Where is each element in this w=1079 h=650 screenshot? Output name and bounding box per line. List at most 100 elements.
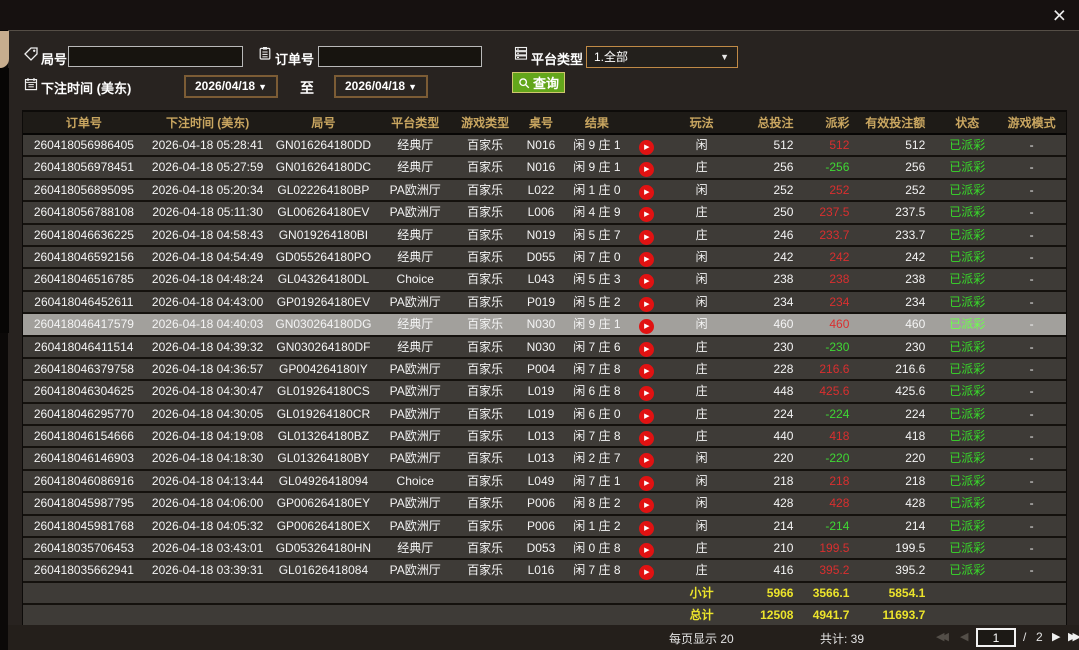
round-no-cell: GL01626418084: [271, 560, 377, 580]
status-badge: 已派彩: [937, 337, 997, 357]
replay-play-icon[interactable]: ▶: [639, 342, 654, 357]
order-no-label: 订单号: [275, 49, 314, 68]
game-type-cell: 百家乐: [454, 560, 516, 580]
replay-cell: ▶: [628, 292, 666, 312]
replay-play-icon[interactable]: ▶: [639, 319, 654, 334]
next-page-button[interactable]: ▶: [1052, 630, 1060, 643]
valid-bet-cell: 460: [861, 314, 937, 334]
replay-play-icon[interactable]: ▶: [639, 521, 654, 536]
replay-play-icon[interactable]: ▶: [639, 453, 654, 468]
first-page-button[interactable]: ◀◀: [936, 630, 945, 643]
result-cell: 闲 5 庄 2: [566, 292, 628, 312]
status-badge: 已派彩: [937, 269, 997, 289]
table-row[interactable]: 260418046636225 2026-04-18 04:58:43 GN01…: [23, 225, 1066, 247]
status-badge: 已派彩: [937, 359, 997, 379]
game-mode-cell: -: [997, 471, 1066, 491]
game-type-cell: 百家乐: [454, 269, 516, 289]
platform-cell: PA欧洲厅: [376, 381, 454, 401]
table-row[interactable]: 260418046452611 2026-04-18 04:43:00 GP01…: [23, 292, 1066, 314]
replay-play-icon[interactable]: ▶: [639, 207, 654, 222]
valid-bet-cell: 418: [861, 426, 937, 446]
replay-play-icon[interactable]: ▶: [639, 498, 654, 513]
order-no-cell: 260418056788108: [23, 202, 145, 222]
replay-play-icon[interactable]: ▶: [639, 364, 654, 379]
table-row[interactable]: 260418046379758 2026-04-18 04:36:57 GP00…: [23, 359, 1066, 381]
platform-type-select[interactable]: 1.全部 ▼: [586, 46, 738, 68]
replay-play-icon[interactable]: ▶: [639, 386, 654, 401]
game-mode-cell: -: [997, 359, 1066, 379]
table-row[interactable]: 260418045981768 2026-04-18 04:05:32 GP00…: [23, 516, 1066, 538]
game-no-input[interactable]: [68, 46, 243, 67]
search-button[interactable]: 查询: [512, 72, 565, 93]
date-to-picker[interactable]: 2026/04/18▼: [334, 75, 428, 98]
platform-list-icon: [514, 46, 528, 60]
date-from-picker[interactable]: 2026/04/18▼: [184, 75, 278, 98]
header-bet-time: 下注时间 (美东): [145, 112, 271, 133]
subtotal-label: 小计: [666, 583, 738, 603]
bet-time-cell: 2026-04-18 04:39:32: [145, 337, 271, 357]
game-type-cell: 百家乐: [454, 426, 516, 446]
round-no-cell: GN030264180DF: [271, 337, 377, 357]
table-row[interactable]: 260418056788108 2026-04-18 05:11:30 GL00…: [23, 202, 1066, 224]
table-row[interactable]: 260418035706453 2026-04-18 03:43:01 GD05…: [23, 538, 1066, 560]
play-type-cell: 闲: [666, 314, 738, 334]
order-no-input[interactable]: [318, 46, 482, 67]
result-cell: 闲 8 庄 2: [566, 493, 628, 513]
replay-play-icon[interactable]: ▶: [639, 274, 654, 289]
replay-play-icon[interactable]: ▶: [639, 252, 654, 267]
replay-play-icon[interactable]: ▶: [639, 140, 654, 155]
last-page-button[interactable]: ▶▶: [1068, 630, 1077, 643]
table-row[interactable]: 260418056895095 2026-04-18 05:20:34 GL02…: [23, 180, 1066, 202]
table-no-cell: L016: [516, 560, 566, 580]
table-row[interactable]: 260418046417579 2026-04-18 04:40:03 GN03…: [23, 314, 1066, 336]
table-row[interactable]: 260418046154666 2026-04-18 04:19:08 GL01…: [23, 426, 1066, 448]
payout-cell: -220: [805, 448, 861, 468]
bet-time-cell: 2026-04-18 04:58:43: [145, 225, 271, 245]
bet-time-cell: 2026-04-18 04:43:00: [145, 292, 271, 312]
replay-play-icon[interactable]: ▶: [639, 409, 654, 424]
order-no-cell: 260418035706453: [23, 538, 145, 558]
play-type-cell: 闲: [666, 516, 738, 536]
replay-play-icon[interactable]: ▶: [639, 162, 654, 177]
replay-play-icon[interactable]: ▶: [639, 565, 654, 580]
replay-play-icon[interactable]: ▶: [639, 297, 654, 312]
table-row[interactable]: 260418046295770 2026-04-18 04:30:05 GL01…: [23, 404, 1066, 426]
play-type-cell: 庄: [666, 157, 738, 177]
header-platform: 平台类型: [376, 112, 454, 133]
table-row[interactable]: 260418046411514 2026-04-18 04:39:32 GN03…: [23, 337, 1066, 359]
payout-cell: 460: [805, 314, 861, 334]
game-type-cell: 百家乐: [454, 381, 516, 401]
table-row[interactable]: 260418046086916 2026-04-18 04:13:44 GL04…: [23, 471, 1066, 493]
play-type-cell: 闲: [666, 448, 738, 468]
table-no-cell: N016: [516, 135, 566, 155]
table-row[interactable]: 260418035662941 2026-04-18 03:39:31 GL01…: [23, 560, 1066, 582]
table-row[interactable]: 260418046146903 2026-04-18 04:18:30 GL01…: [23, 448, 1066, 470]
replay-play-icon[interactable]: ▶: [639, 543, 654, 558]
page-size-label: 每页显示 20: [669, 630, 734, 647]
replay-play-icon[interactable]: ▶: [639, 185, 654, 200]
close-icon[interactable]: ×: [1053, 2, 1066, 28]
prev-page-button[interactable]: ◀: [960, 630, 968, 643]
header-result: 结果: [566, 112, 628, 133]
status-badge: 已派彩: [937, 560, 997, 580]
bet-time-cell: 2026-04-18 03:43:01: [145, 538, 271, 558]
valid-bet-cell: 238: [861, 269, 937, 289]
total-bet-cell: 238: [738, 269, 806, 289]
table-row[interactable]: 260418045987795 2026-04-18 04:06:00 GP00…: [23, 493, 1066, 515]
table-row[interactable]: 260418046592156 2026-04-18 04:54:49 GD05…: [23, 247, 1066, 269]
table-row[interactable]: 260418056986405 2026-04-18 05:28:41 GN01…: [23, 135, 1066, 157]
total-bet-cell: 230: [738, 337, 806, 357]
table-row[interactable]: 260418056978451 2026-04-18 05:27:59 GN01…: [23, 157, 1066, 179]
order-no-cell: 260418046592156: [23, 247, 145, 267]
table-row[interactable]: 260418046304625 2026-04-18 04:30:47 GL01…: [23, 381, 1066, 403]
replay-play-icon[interactable]: ▶: [639, 431, 654, 446]
game-mode-cell: -: [997, 292, 1066, 312]
replay-play-icon[interactable]: ▶: [639, 230, 654, 245]
game-mode-cell: -: [997, 516, 1066, 536]
replay-cell: ▶: [628, 404, 666, 424]
page-number-input[interactable]: [976, 628, 1016, 647]
table-row[interactable]: 260418046516785 2026-04-18 04:48:24 GL04…: [23, 269, 1066, 291]
play-type-cell: 闲: [666, 292, 738, 312]
bet-time-cell: 2026-04-18 04:19:08: [145, 426, 271, 446]
replay-play-icon[interactable]: ▶: [639, 476, 654, 491]
